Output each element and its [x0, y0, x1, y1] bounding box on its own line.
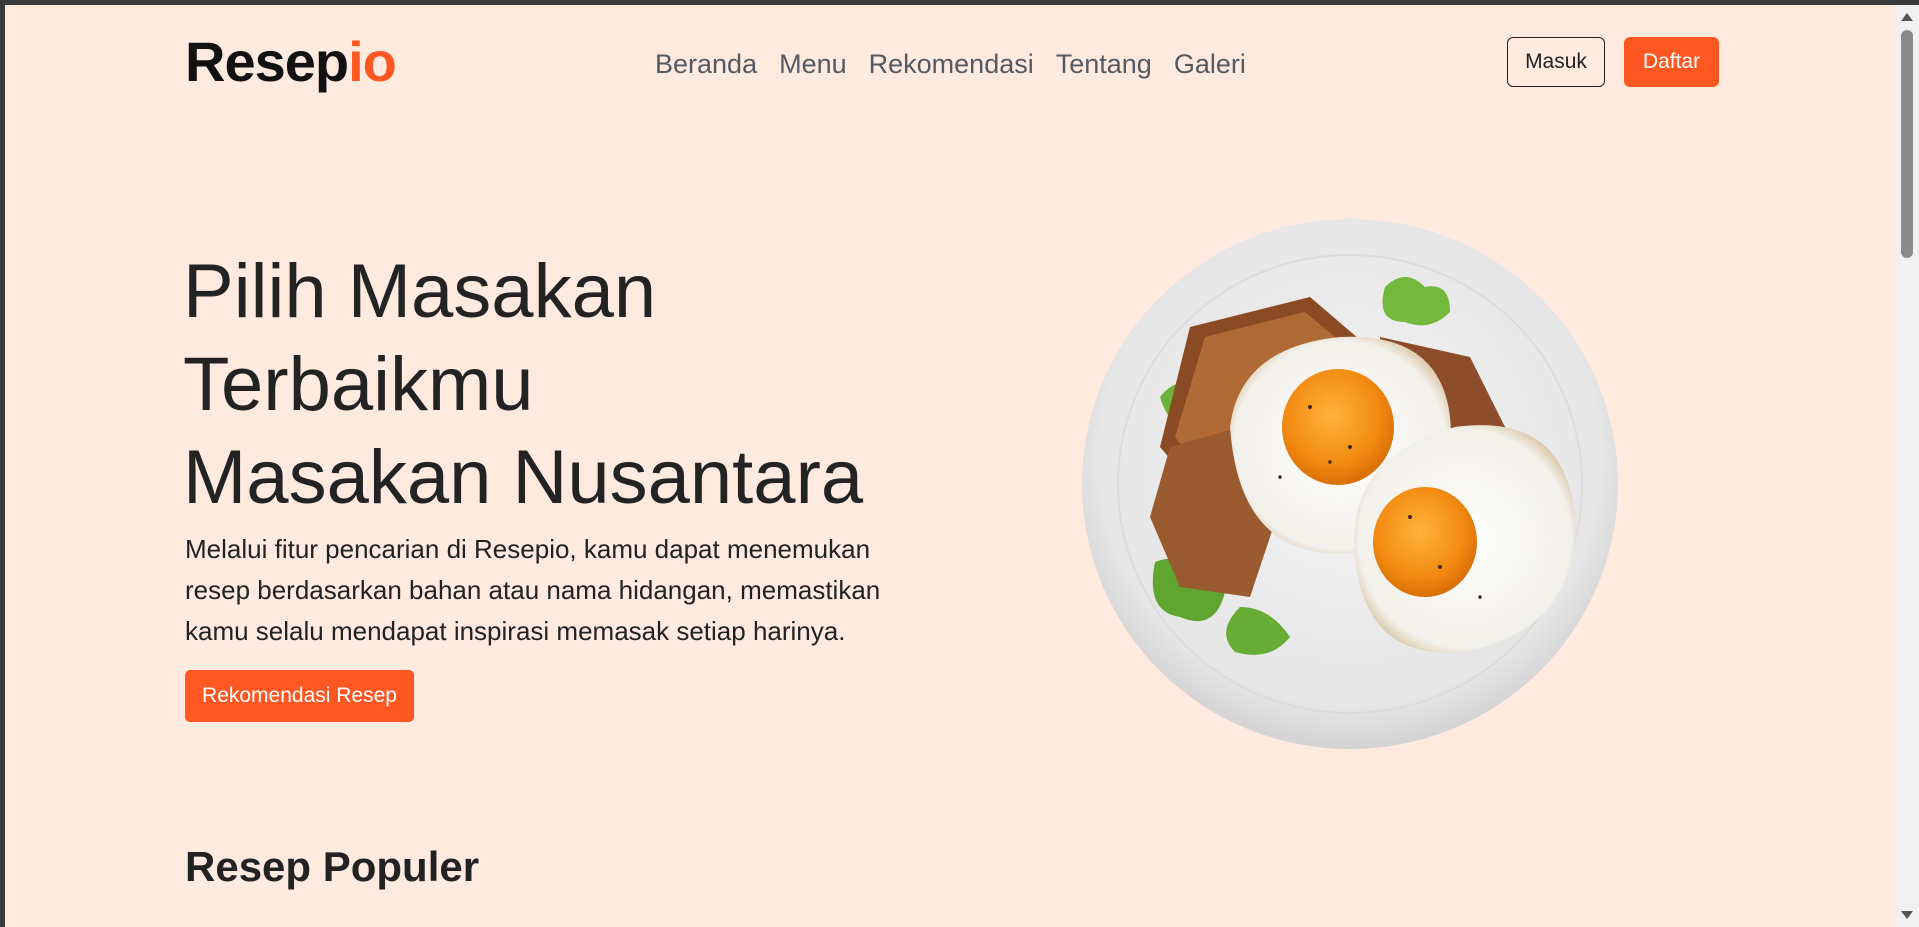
- nav-link-rekomendasi[interactable]: Rekomendasi: [869, 49, 1034, 80]
- scroll-up-icon[interactable]: [1901, 13, 1913, 21]
- page-viewport: Resepio Beranda Menu Rekomendasi Tentang…: [5, 5, 1896, 927]
- fried-egg-plate-image: [1080, 217, 1620, 752]
- hero-description: Melalui fitur pencarian di Resepio, kamu…: [185, 534, 881, 646]
- hero-title: Pilih Masakan Terbaikmu Masakan Nusantar…: [183, 245, 863, 524]
- page-scrollbar[interactable]: [1896, 5, 1919, 927]
- nav-link-menu[interactable]: Menu: [779, 49, 847, 80]
- logo[interactable]: Resepio: [185, 29, 397, 94]
- nav-link-tentang[interactable]: Tentang: [1056, 49, 1152, 80]
- login-button[interactable]: Masuk: [1507, 37, 1605, 87]
- nav-link-beranda[interactable]: Beranda: [655, 49, 757, 80]
- logo-main-text: Resep: [185, 30, 349, 93]
- logo-accent-text: io: [348, 30, 397, 93]
- scrollbar-thumb[interactable]: [1901, 30, 1913, 258]
- plate-illustration: [1082, 219, 1618, 749]
- nav-link-galeri[interactable]: Galeri: [1174, 49, 1246, 80]
- navbar: Resepio Beranda Menu Rekomendasi Tentang…: [5, 5, 1896, 125]
- hero-title-line-1: Pilih Masakan: [183, 249, 657, 334]
- recommend-recipe-button[interactable]: Rekomendasi Resep: [185, 670, 414, 722]
- register-button[interactable]: Daftar: [1624, 37, 1719, 87]
- popular-recipes-heading: Resep Populer: [185, 843, 480, 890]
- scroll-down-icon[interactable]: [1901, 911, 1913, 919]
- hero-title-line-2: Terbaikmu: [183, 342, 534, 427]
- hero-title-line-3: Masakan Nusantara: [183, 435, 864, 520]
- main-menu: Beranda Menu Rekomendasi Tentang Galeri: [655, 49, 1246, 80]
